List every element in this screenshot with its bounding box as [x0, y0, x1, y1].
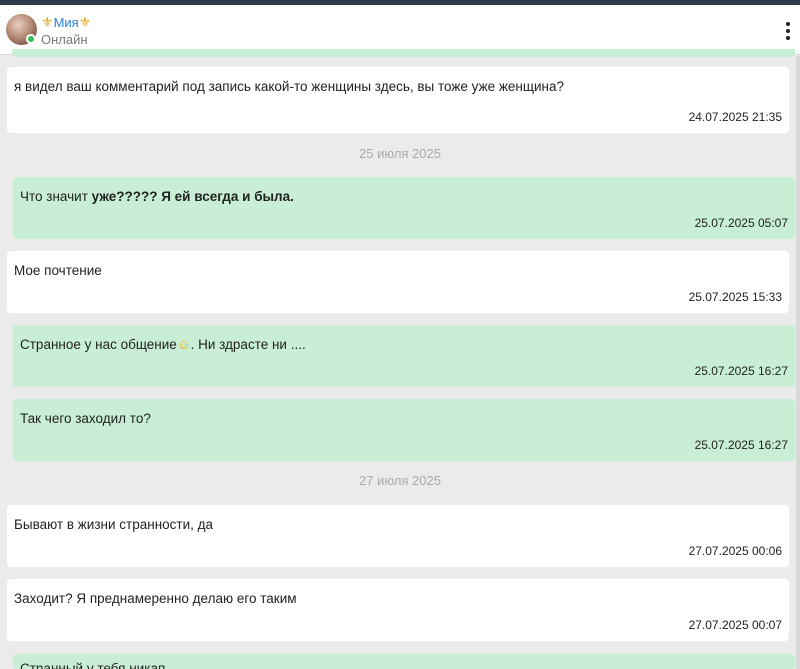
- message-time: 25.07.2025 05:07: [694, 216, 788, 230]
- message-text: Мое почтение: [14, 263, 102, 278]
- message-time: 27.07.2025 00:07: [688, 618, 782, 632]
- message-time: 25.07.2025 15:33: [688, 290, 782, 304]
- contact-name-text: Мия: [53, 15, 79, 30]
- date-separator: 25 июля 2025: [359, 146, 441, 161]
- message-text: Странный у тебя никап: [20, 661, 166, 669]
- message-text: Странное у нас общение☺. Ни здрасте ни .…: [20, 337, 306, 352]
- message-time: 24.07.2025 21:35: [688, 110, 782, 124]
- scrollbar[interactable]: [796, 56, 800, 669]
- online-dot-icon: [26, 34, 36, 44]
- contact-name[interactable]: ⚜Мия⚜: [41, 14, 91, 31]
- chat-header: ⚜Мия⚜ Онлайн: [0, 5, 800, 55]
- message-incoming[interactable]: Мое почтение 25.07.2025 15:33: [7, 251, 789, 313]
- fleur-de-lis-icon: ⚜: [41, 14, 54, 30]
- date-separator: 27 июля 2025: [359, 473, 441, 488]
- message-text: Что значит уже????? Я ей всегда и была.: [20, 189, 294, 204]
- message-text: Бывают в жизни странности, да: [14, 517, 214, 532]
- fleur-de-lis-icon: ⚜: [78, 14, 92, 30]
- vertical-dots-icon[interactable]: [782, 22, 794, 40]
- smiling-face-icon: ☺: [176, 337, 191, 352]
- previous-message-edge: [12, 49, 795, 57]
- message-incoming[interactable]: Бывают в жизни странности, да 27.07.2025…: [7, 505, 789, 567]
- message-time: 25.07.2025 16:27: [694, 438, 788, 452]
- message-text: Заходит? Я преднамеренно делаю его таким: [14, 591, 297, 606]
- message-outgoing[interactable]: Странное у нас общение☺. Ни здрасте ни .…: [13, 325, 795, 387]
- message-outgoing[interactable]: Странный у тебя никап: [13, 654, 795, 669]
- message-outgoing[interactable]: Так чего заходил то? 25.07.2025 16:27: [13, 399, 795, 461]
- message-text: Так чего заходил то?: [20, 411, 151, 426]
- message-incoming[interactable]: я видел ваш комментарий под запись какой…: [7, 67, 789, 133]
- message-time: 25.07.2025 16:27: [694, 364, 788, 378]
- message-text: я видел ваш комментарий под запись какой…: [14, 79, 564, 94]
- message-incoming[interactable]: Заходит? Я преднамеренно делаю его таким…: [7, 579, 789, 641]
- message-time: 27.07.2025 00:06: [688, 544, 782, 558]
- online-status: Онлайн: [41, 32, 88, 47]
- message-outgoing[interactable]: Что значит уже????? Я ей всегда и была. …: [13, 177, 795, 239]
